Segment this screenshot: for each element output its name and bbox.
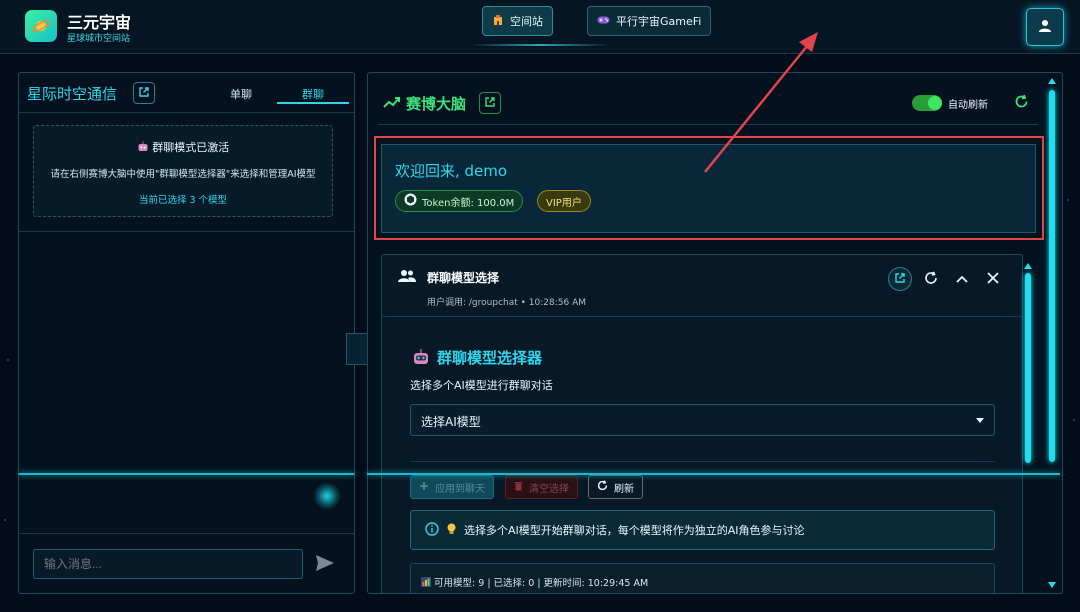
- scrollbar-thumb[interactable]: [1049, 90, 1055, 462]
- cyber-brain-panel: 赛博大脑 自动刷新 欢迎回来, demo Token余额: 100.0M VIP…: [367, 72, 1063, 594]
- refresh-icon: [597, 480, 608, 494]
- collapse-button[interactable]: [950, 267, 974, 291]
- refresh-button[interactable]: [1014, 94, 1029, 112]
- app-title: 三元宇宙: [67, 13, 132, 32]
- welcome-card: 欢迎回来, demo Token余额: 100.0M VIP用户: [381, 144, 1036, 233]
- card-scrollbar[interactable]: [1024, 263, 1032, 593]
- close-button[interactable]: [981, 267, 1005, 291]
- chart-icon: [421, 577, 431, 590]
- token-balance-badge: Token余额: 100.0M: [395, 190, 524, 212]
- tab-group-chat[interactable]: 群聊: [302, 86, 324, 102]
- selector-title: 群聊模型选择器: [437, 349, 543, 367]
- trending-up-icon: [383, 96, 401, 111]
- ai-model-select[interactable]: 选择AI模型: [410, 404, 995, 436]
- nav-label: 平行宇宙GameFi: [616, 15, 702, 28]
- nav-underline: [470, 44, 610, 46]
- selector-description: 选择多个AI模型进行群聊对话: [410, 379, 553, 392]
- plus-icon: [419, 481, 429, 494]
- info-tip: 选择多个AI模型开始群聊对话，每个模型将作为独立的AI角色参与讨论: [410, 510, 995, 550]
- nav-gamefi-button[interactable]: 平行宇宙GameFi: [587, 6, 712, 36]
- card-title: 群聊模型选择: [427, 271, 500, 285]
- robot-icon: [137, 141, 149, 156]
- building-icon: [492, 14, 504, 29]
- user-profile-button[interactable]: [1026, 8, 1064, 46]
- close-icon: [987, 271, 999, 287]
- group-chat-card-header: 群聊模型选择 用户调用: /groupchat • 10:28:56 AM: [382, 255, 1022, 317]
- open-external-button[interactable]: [133, 82, 155, 104]
- nav-space-station-button[interactable]: 空间站: [482, 6, 553, 36]
- notice-text: 请在右侧赛博大脑中使用"群聊模型选择器"来选择和管理AI模型: [50, 169, 316, 180]
- toggle-knob: [928, 96, 942, 110]
- external-link-icon: [484, 96, 496, 111]
- send-button[interactable]: [315, 554, 337, 574]
- trash-icon: [514, 481, 523, 494]
- auto-refresh-label: 自动刷新: [948, 100, 988, 111]
- refresh-icon: [924, 271, 938, 288]
- refresh-icon: [1014, 94, 1029, 112]
- top-header: 三元宇宙 星球城市空间站 空间站 平行宇宙GameFi: [0, 0, 1080, 54]
- scroll-up-arrow-icon[interactable]: [1048, 78, 1056, 84]
- notice-title: 群聊模式已激活: [34, 139, 332, 156]
- reload-button[interactable]: [919, 267, 943, 291]
- external-link-icon: [894, 272, 906, 287]
- group-users-icon: [398, 269, 416, 285]
- refresh-models-button[interactable]: 刷新: [588, 475, 643, 499]
- panel-divider: [378, 124, 1038, 125]
- robot-icon: [412, 348, 430, 369]
- group-mode-notice: 群聊模式已激活 请在右侧赛博大脑中使用"群聊模型选择器"来选择和管理AI模型 当…: [33, 125, 333, 217]
- active-tab-indicator: [277, 102, 349, 104]
- caret-down-icon: [976, 418, 984, 423]
- cube-icon: [404, 193, 417, 209]
- glow-divider: [19, 473, 354, 475]
- scroll-up-arrow-icon[interactable]: [1024, 263, 1032, 269]
- lightbulb-icon: [447, 523, 456, 538]
- apply-to-chat-button[interactable]: 应用到聊天: [410, 475, 494, 499]
- notice-model-count: 当前已选择 3 个模型: [138, 195, 228, 206]
- welcome-text: 欢迎回来, demo: [395, 162, 508, 180]
- app-subtitle: 星球城市空间站: [67, 34, 131, 44]
- communication-panel-header: 星际时空通信 单聊 群聊: [19, 73, 354, 113]
- tab-single-chat[interactable]: 单聊: [230, 86, 252, 102]
- open-external-button[interactable]: [888, 267, 912, 291]
- send-icon: [315, 555, 335, 575]
- message-input[interactable]: [33, 549, 303, 579]
- card-meta: 用户调用: /groupchat • 10:28:56 AM: [427, 298, 586, 308]
- card-divider: [410, 461, 995, 462]
- vip-badge: VIP用户: [537, 190, 591, 212]
- user-icon: [1038, 19, 1052, 36]
- open-external-button[interactable]: [479, 92, 501, 114]
- external-link-icon: [138, 86, 150, 101]
- auto-refresh-toggle[interactable]: [912, 95, 942, 111]
- panel-divider: [19, 231, 354, 232]
- info-icon: [425, 521, 439, 539]
- nav-label: 空间站: [510, 15, 543, 28]
- communication-panel: 星际时空通信 单聊 群聊 群聊模式已激活 请在右侧赛博大脑中使用"群聊模型选择器…: [18, 72, 355, 594]
- scrollbar-thumb[interactable]: [1025, 273, 1031, 463]
- planet-logo-icon: [25, 10, 57, 42]
- panel-title: 星际时空通信: [27, 85, 118, 103]
- panel-title: 赛博大脑: [406, 95, 467, 113]
- chevron-up-icon: [956, 272, 968, 286]
- group-chat-card: 群聊模型选择 用户调用: /groupchat • 10:28:56 AM 群聊…: [381, 254, 1023, 593]
- clear-selection-button[interactable]: 清空选择: [505, 475, 578, 499]
- scroll-down-arrow-icon[interactable]: [1048, 582, 1056, 588]
- model-stats: 可用模型: 9 | 已选择: 0 | 更新时间: 10:29:45 AM: [410, 563, 995, 593]
- select-value: 选择AI模型: [421, 415, 481, 429]
- panel-scrollbar[interactable]: [1048, 78, 1056, 590]
- panel-divider: [19, 533, 354, 534]
- glow-divider: [367, 473, 1060, 475]
- gamepad-icon: [597, 15, 610, 28]
- glow-decoration: [313, 482, 341, 510]
